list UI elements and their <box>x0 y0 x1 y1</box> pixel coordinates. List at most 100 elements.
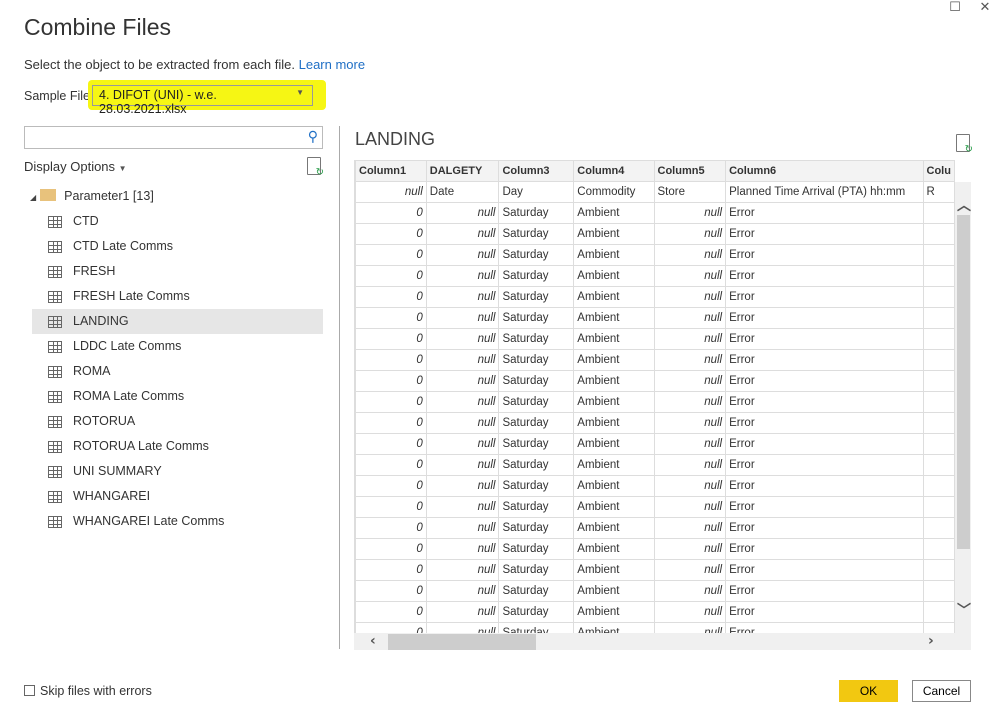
tree-root[interactable]: ◢ Parameter1 [13] <box>30 186 154 208</box>
scroll-down-icon[interactable]: ﹀ <box>957 600 971 620</box>
tree-item-label: WHANGAREI <box>73 489 151 503</box>
refresh-preview-icon[interactable] <box>956 134 973 155</box>
tree-item[interactable]: CTD <box>32 209 323 234</box>
table-cell: Saturday <box>498 202 575 224</box>
column-header[interactable]: Colu <box>922 160 955 182</box>
tree-item[interactable]: LDDC Late Comms <box>32 334 323 359</box>
table-cell: Ambient <box>573 265 655 287</box>
tree-root-label: Parameter1 [13] <box>64 189 154 203</box>
table-cell: Planned Time Arrival (PTA) hh:mm <box>725 181 924 203</box>
table-cell: Saturday <box>498 412 575 434</box>
table-cell <box>922 622 955 633</box>
table-cell: 0 <box>355 328 427 350</box>
skip-errors-checkbox[interactable]: Skip files with errors <box>24 684 152 698</box>
tree-item[interactable]: FRESH <box>32 259 323 284</box>
column-header[interactable]: Column5 <box>653 160 727 182</box>
table-cell: null <box>653 433 727 455</box>
table-cell: null <box>425 244 500 266</box>
dialog-title: Combine Files <box>24 14 171 40</box>
table-cell: null <box>425 391 500 413</box>
tree-item[interactable]: ROTORUA Late Comms <box>32 434 323 459</box>
refresh-file-icon[interactable] <box>307 157 324 178</box>
scroll-up-icon[interactable]: ︿ <box>957 195 971 215</box>
column-header[interactable]: Column3 <box>498 160 575 182</box>
table-cell: 0 <box>355 538 427 560</box>
table-icon <box>48 466 62 478</box>
table-cell: null <box>653 307 727 329</box>
tree-item[interactable]: ROTORUA <box>32 409 323 434</box>
table-row: 0 null Saturday Ambient null Error <box>355 307 955 329</box>
tree-item-label: UNI SUMMARY <box>73 464 162 478</box>
table-row: 0 null Saturday Ambient null Error <box>355 538 955 560</box>
table-cell: null <box>425 475 500 497</box>
tree-item[interactable]: ROMA <box>32 359 323 384</box>
table-icon <box>48 341 62 353</box>
table-cell: null <box>425 433 500 455</box>
table-row: 0 null Saturday Ambient null Error <box>355 517 955 539</box>
display-options-button[interactable]: Display Options ▼ <box>24 159 127 174</box>
table-cell: 0 <box>355 580 427 602</box>
close-icon[interactable]: ✕ <box>975 0 995 16</box>
table-cell: Error <box>725 622 924 633</box>
search-icon[interactable]: ⚲ <box>308 129 318 145</box>
vertical-scroll-thumb[interactable] <box>957 215 970 549</box>
table-cell: Error <box>725 349 924 371</box>
table-cell: Saturday <box>498 580 575 602</box>
table-cell: Saturday <box>498 328 575 350</box>
table-cell: null <box>653 349 727 371</box>
table-cell: Error <box>725 454 924 476</box>
table-cell: Error <box>725 559 924 581</box>
table-cell: Ambient <box>573 538 655 560</box>
chevron-down-icon: ▼ <box>118 164 127 173</box>
maximize-icon[interactable]: ☐ <box>945 0 965 16</box>
table-cell: Error <box>725 391 924 413</box>
table-cell <box>922 370 955 392</box>
tree-item[interactable]: UNI SUMMARY <box>32 459 323 484</box>
column-header[interactable]: Column1 <box>355 160 427 182</box>
table-row: 0 null Saturday Ambient null Error <box>355 328 955 350</box>
table-row: 0 null Saturday Ambient null Error <box>355 349 955 371</box>
table-cell: Saturday <box>498 496 575 518</box>
table-cell: 0 <box>355 307 427 329</box>
table-cell <box>922 454 955 476</box>
table-cell: null <box>425 223 500 245</box>
table-cell: Ambient <box>573 517 655 539</box>
table-cell: Ambient <box>573 580 655 602</box>
checkbox[interactable] <box>24 685 35 696</box>
tree-item-label: ROMA Late Comms <box>73 389 185 403</box>
table-cell: Error <box>725 244 924 266</box>
column-header[interactable]: DALGETY <box>425 160 500 182</box>
table-row: 0 null Saturday Ambient null Error <box>355 622 955 633</box>
sample-file-dropdown[interactable]: 4. DIFOT (UNI) - w.e. 28.03.2021.xlsx ▼ <box>92 85 313 116</box>
table-cell: null <box>425 601 500 623</box>
ok-button[interactable]: OK <box>839 680 898 702</box>
table-cell: Error <box>725 601 924 623</box>
scroll-right-icon[interactable]: › <box>928 633 934 649</box>
tree-item[interactable]: WHANGAREI <box>32 484 323 509</box>
cancel-button[interactable]: Cancel <box>912 680 971 702</box>
collapse-triangle-icon[interactable]: ◢ <box>30 193 36 202</box>
table-cell: 0 <box>355 454 427 476</box>
table-row: 0 null Saturday Ambient null Error <box>355 601 955 623</box>
tree-item[interactable]: ROMA Late Comms <box>32 384 323 409</box>
preview-title: LANDING <box>355 129 436 149</box>
search-input[interactable]: ⚲ <box>24 126 323 149</box>
table-icon <box>48 216 62 228</box>
column-header[interactable]: Column4 <box>573 160 655 182</box>
scroll-left-icon[interactable]: ‹ <box>370 633 376 649</box>
learn-more-link[interactable]: Learn more <box>299 57 365 72</box>
table-icon <box>48 441 62 453</box>
horizontal-scroll-thumb[interactable] <box>388 634 536 650</box>
table-cell: null <box>425 517 500 539</box>
table-cell: Error <box>725 580 924 602</box>
table-cell: null <box>653 538 727 560</box>
table-row: 0 null Saturday Ambient null Error <box>355 265 955 287</box>
table-cell: null <box>653 475 727 497</box>
table-cell: Error <box>725 286 924 308</box>
table-cell: Saturday <box>498 622 575 633</box>
tree-item[interactable]: LANDING <box>32 309 323 334</box>
tree-item[interactable]: WHANGAREI Late Comms <box>32 509 323 534</box>
tree-item[interactable]: CTD Late Comms <box>32 234 323 259</box>
tree-item[interactable]: FRESH Late Comms <box>32 284 323 309</box>
column-header[interactable]: Column6 <box>725 160 924 182</box>
